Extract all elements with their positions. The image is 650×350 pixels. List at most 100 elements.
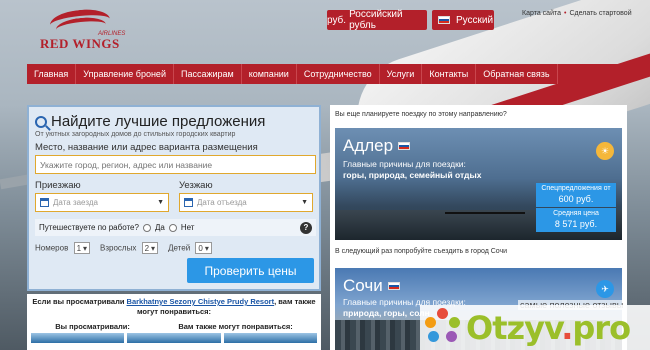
radio-yes[interactable]: [142, 223, 151, 232]
help-icon[interactable]: ?: [300, 221, 312, 234]
chevron-down-icon: ▾: [83, 243, 88, 253]
currency-symbol: руб.: [327, 14, 347, 26]
sun-icon: ☀: [596, 142, 614, 160]
radio-no[interactable]: [168, 223, 177, 232]
checkin-placeholder: Дата заезда: [53, 198, 98, 207]
chevron-down-icon: ▼: [301, 199, 308, 206]
children-label: Детей: [168, 243, 191, 253]
brand-tld: pro: [572, 308, 631, 347]
russia-flag-icon: [438, 16, 450, 24]
recently-viewed: Если вы просматривали Barkhatnye Sezony …: [27, 294, 321, 350]
otzyv-logo-icon: [420, 305, 466, 350]
radio-no-label: Нет: [180, 223, 195, 232]
adults-group: Взрослых 2 ▾: [100, 242, 159, 254]
checkin-field[interactable]: Дата заезда ▼: [35, 193, 169, 212]
main-nav: Главная Управление броней Пассажирам ком…: [27, 64, 627, 84]
chevron-down-icon: ▼: [157, 199, 164, 206]
chevron-down-icon: ▾: [151, 243, 156, 253]
brand-main: Otzyv: [466, 308, 562, 347]
checkout-column: Уезжаю Дата отъезда ▼: [179, 180, 313, 212]
checkin-column: Приезжаю Дата заезда ▼: [35, 180, 169, 212]
nav-item-booking[interactable]: Управление броней: [76, 64, 174, 84]
rooms-select[interactable]: 1 ▾: [73, 242, 91, 254]
viewed-hotel-link[interactable]: Barkhatnye Sezony Chistye Prudy Resort: [127, 297, 275, 306]
logo-subtext: AIRLINES: [98, 31, 126, 37]
destination-title: Сочи: [343, 276, 400, 296]
watermark-brand: Otzyv.pro: [466, 308, 631, 347]
hotel-thumbnail[interactable]: [127, 332, 221, 343]
adults-select[interactable]: 2 ▾: [141, 242, 159, 254]
viewed-prefix: Если вы просматривали: [32, 297, 125, 306]
next-trip-heading: В следующий раз попробуйте съездить в го…: [335, 248, 508, 255]
chevron-down-icon: ▾: [204, 243, 209, 253]
viewed-thumbnails: [31, 332, 317, 343]
reasons-value: горы, природа, семейный отдых: [343, 169, 482, 180]
russia-flag-icon: [398, 142, 411, 150]
language-label: Русский: [456, 14, 494, 26]
checkout-placeholder: Дата отъезда: [197, 198, 247, 207]
rooms-label: Номеров: [35, 243, 69, 253]
dates-row: Приезжаю Дата заезда ▼ Уезжаю Дата отъез…: [35, 180, 313, 212]
calendar-icon: [40, 198, 49, 207]
destination-card-adler[interactable]: Адлер Главные причины для поездки: горы,…: [335, 128, 622, 240]
guest-counts: Номеров 1 ▾ Взрослых 2 ▾ Детей 0 ▾: [35, 242, 313, 254]
children-group: Детей 0 ▾: [168, 242, 212, 254]
reasons-label: Главные причины для поездки:: [343, 159, 466, 169]
business-trip-row: Путешествуете по работе? Да Нет ?: [35, 219, 316, 236]
destinations-heading: Вы еще планируете поездку по этому напра…: [335, 111, 507, 118]
rooms-value: 1: [76, 243, 82, 253]
logo[interactable]: RED WINGS AIRLINES: [32, 6, 126, 52]
hotel-thumbnail[interactable]: [223, 332, 317, 343]
viewed-columns: Вы просматривали: Вам также могут понрав…: [31, 322, 317, 331]
nav-item-services[interactable]: Услуги: [380, 64, 423, 84]
top-links: Карта сайта • Сделать стартовой: [522, 10, 632, 17]
place-input[interactable]: [35, 155, 316, 174]
search-panel: Найдите лучшие предложения От уютных заг…: [27, 105, 321, 291]
viewed-col-1: Вы просматривали:: [55, 321, 130, 331]
nav-item-passengers[interactable]: Пассажирам: [174, 64, 242, 84]
nav-item-contacts[interactable]: Контакты: [422, 64, 477, 84]
calendar-icon: [184, 198, 193, 207]
rooms-group: Номеров 1 ▾: [35, 242, 91, 254]
nav-item-feedback[interactable]: Обратная связь: [476, 64, 558, 84]
destination-name: Сочи: [343, 276, 383, 295]
avg-price-tag[interactable]: Средняя цена 8 571 руб.: [536, 208, 616, 232]
watermark-otzyv: Otzyv.pro: [420, 305, 650, 350]
pier-image: [445, 212, 525, 214]
viewed-col-2: Вам также могут понравиться:: [178, 321, 293, 331]
destination-reasons: Главные причины для поездки: горы, приро…: [343, 159, 481, 180]
search-subtitle: От уютных загородных домов до стильных г…: [35, 131, 236, 138]
search-title: Найдите лучшие предложения: [51, 113, 266, 130]
avg-price: 8 571 руб.: [554, 218, 598, 229]
radio-yes-label: Да: [154, 223, 165, 232]
sitemap-link[interactable]: Карта сайта: [522, 10, 561, 17]
check-prices-button[interactable]: Проверить цены: [187, 258, 314, 283]
brand-dot: .: [561, 308, 573, 347]
nav-item-home[interactable]: Главная: [27, 64, 77, 84]
hotel-thumbnail[interactable]: [31, 332, 125, 343]
place-label: Место, название или адрес варианта разме…: [35, 142, 258, 153]
separator: •: [564, 10, 567, 17]
adults-label: Взрослых: [100, 243, 137, 253]
language-selector[interactable]: Русский: [432, 10, 494, 30]
avg-label: Средняя цена: [553, 210, 599, 217]
deal-price: 600 руб.: [558, 193, 594, 204]
nav-item-cooperation[interactable]: Сотрудничество: [297, 64, 380, 84]
checkout-field[interactable]: Дата отъезда ▼: [179, 193, 313, 212]
logo-text: RED WINGS: [40, 36, 120, 51]
deal-price-tag[interactable]: Спецпредложения от 600 руб.: [536, 183, 616, 207]
recently-viewed-text: Если вы просматривали Barkhatnye Sezony …: [31, 297, 317, 317]
children-select[interactable]: 0 ▾: [195, 242, 212, 254]
reasons-value: природа, горы, солн: [343, 307, 430, 318]
destination-title: Адлер: [343, 136, 411, 156]
search-heading: Найдите лучшие предложения: [35, 113, 313, 130]
currency-label: Российский рубль: [349, 9, 403, 31]
russia-flag-icon: [387, 282, 400, 290]
make-homepage-link[interactable]: Сделать стартовой: [569, 10, 631, 17]
nav-item-company[interactable]: компании: [242, 64, 297, 84]
destination-name: Адлер: [343, 136, 394, 155]
currency-selector[interactable]: руб. Российский рубль: [327, 9, 427, 31]
business-trip-question: Путешествуете по работе?: [39, 223, 139, 232]
deal-label: Спецпредложения от: [541, 185, 611, 192]
checkin-label: Приезжаю: [35, 180, 81, 191]
